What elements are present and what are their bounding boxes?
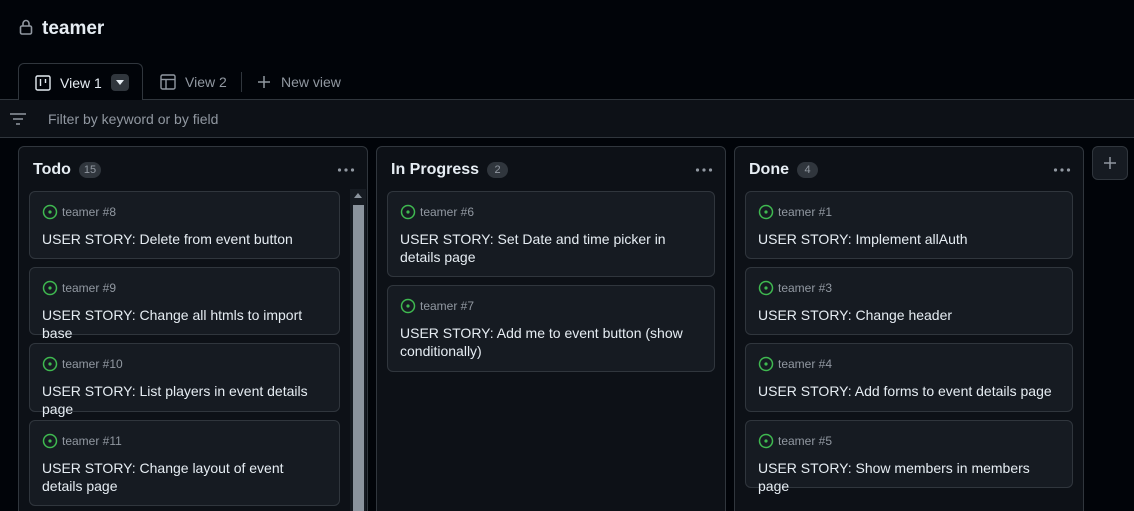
column-header: Done 4 bbox=[749, 161, 818, 179]
card-meta: teamer #4 bbox=[758, 356, 832, 372]
kebab-horizontal-icon[interactable] bbox=[1053, 167, 1071, 173]
issue-open-icon bbox=[42, 280, 58, 296]
column-count-badge: 4 bbox=[797, 162, 818, 178]
filter-bar: Filter by keyword or by field bbox=[0, 100, 1134, 138]
card-meta: teamer #10 bbox=[42, 356, 123, 372]
project-header: teamer bbox=[0, 0, 1134, 60]
issue-ref: teamer #6 bbox=[420, 205, 475, 219]
issue-open-icon bbox=[758, 356, 774, 372]
add-column-button[interactable] bbox=[1092, 146, 1128, 180]
issue-title[interactable]: USER STORY: List players in event detail… bbox=[42, 382, 327, 418]
column-in-progress: In Progress 2 teamer #6 USER STORY: Set … bbox=[376, 146, 726, 511]
tab-view-1[interactable]: View 1 bbox=[18, 63, 143, 101]
issue-title[interactable]: USER STORY: Show members in members page bbox=[758, 459, 1060, 495]
issue-ref: teamer #3 bbox=[778, 281, 833, 295]
card-meta: teamer #5 bbox=[758, 433, 832, 449]
plus-icon bbox=[1104, 157, 1116, 169]
card-meta: teamer #8 bbox=[42, 204, 116, 220]
column-count-badge: 2 bbox=[487, 162, 509, 178]
card-meta: teamer #3 bbox=[758, 280, 832, 296]
column-scrollbar[interactable] bbox=[350, 189, 366, 511]
issue-title[interactable]: USER STORY: Change layout of event detai… bbox=[42, 459, 327, 495]
kebab-horizontal-icon[interactable] bbox=[337, 167, 355, 173]
issue-title[interactable]: USER STORY: Set Date and time picker in … bbox=[400, 230, 702, 266]
table-icon bbox=[160, 73, 176, 90]
issue-card[interactable]: teamer #4 USER STORY: Add forms to event… bbox=[745, 343, 1073, 412]
issue-card[interactable]: teamer #7 USER STORY: Add me to event bu… bbox=[387, 285, 715, 372]
tab-label: View 1 bbox=[60, 74, 102, 91]
column-header: Todo 15 bbox=[33, 161, 102, 179]
issue-ref: teamer #4 bbox=[778, 357, 833, 371]
scroll-up-arrow[interactable] bbox=[354, 193, 362, 198]
tab-view-2[interactable]: View 2 bbox=[160, 63, 227, 100]
lock-icon bbox=[19, 19, 33, 35]
board: Todo 15 teamer #8 USER STORY: Delete fro… bbox=[0, 138, 1134, 511]
issue-card[interactable]: teamer #8 USER STORY: Delete from event … bbox=[29, 191, 340, 259]
filter-input[interactable]: Filter by keyword or by field bbox=[48, 111, 218, 127]
issue-open-icon bbox=[42, 204, 58, 220]
issue-ref: teamer #1 bbox=[778, 205, 833, 219]
column-count-badge: 15 bbox=[78, 162, 102, 178]
issue-card[interactable]: teamer #5 USER STORY: Show members in me… bbox=[745, 420, 1073, 494]
issue-open-icon bbox=[42, 356, 58, 372]
tab-label: View 2 bbox=[185, 73, 227, 90]
card-meta: teamer #7 bbox=[400, 298, 474, 314]
filter-icon[interactable] bbox=[10, 113, 26, 125]
issue-open-icon bbox=[400, 298, 416, 314]
issue-open-icon bbox=[758, 433, 774, 449]
view-options-button[interactable] bbox=[110, 74, 129, 91]
board-icon bbox=[35, 74, 51, 91]
column-title: Done bbox=[749, 161, 789, 178]
card-meta: teamer #9 bbox=[42, 280, 116, 296]
issue-ref: teamer #5 bbox=[778, 434, 833, 448]
issue-open-icon bbox=[758, 204, 774, 220]
issue-open-icon bbox=[42, 433, 58, 449]
project-title: teamer bbox=[42, 18, 105, 39]
issue-title[interactable]: USER STORY: Change header bbox=[758, 306, 1060, 324]
issue-open-icon bbox=[400, 204, 416, 220]
issue-card[interactable]: teamer #6 USER STORY: Set Date and time … bbox=[387, 191, 715, 277]
column-title: In Progress bbox=[391, 161, 480, 178]
issue-title[interactable]: USER STORY: Implement allAuth bbox=[758, 230, 1060, 248]
column-done: Done 4 teamer #1 USER STORY: Implement a… bbox=[734, 146, 1084, 511]
issue-ref: teamer #9 bbox=[62, 281, 117, 295]
kebab-horizontal-icon[interactable] bbox=[695, 167, 713, 173]
issue-ref: teamer #7 bbox=[420, 299, 475, 313]
issue-title[interactable]: USER STORY: Delete from event button bbox=[42, 230, 327, 248]
triangle-down-icon bbox=[115, 80, 124, 85]
card-meta: teamer #11 bbox=[42, 433, 122, 449]
scrollbar-thumb[interactable] bbox=[353, 205, 364, 511]
view-tabs: View 1 View 2 New view bbox=[0, 60, 1134, 101]
new-view-button[interactable]: New view bbox=[256, 63, 341, 100]
issue-open-icon bbox=[758, 280, 774, 296]
column-header: In Progress 2 bbox=[391, 161, 509, 179]
issue-card[interactable]: teamer #9 USER STORY: Change all htmls t… bbox=[29, 267, 340, 341]
card-meta: teamer #1 bbox=[758, 204, 832, 220]
plus-icon bbox=[258, 75, 270, 88]
issue-card[interactable]: teamer #11 USER STORY: Change layout of … bbox=[29, 420, 340, 506]
issue-ref: teamer #10 bbox=[62, 357, 123, 371]
issue-card[interactable]: teamer #10 USER STORY: List players in e… bbox=[29, 343, 340, 417]
issue-title[interactable]: USER STORY: Add me to event button (show… bbox=[400, 324, 702, 360]
card-meta: teamer #6 bbox=[400, 204, 474, 220]
column-title: Todo bbox=[33, 161, 71, 178]
issue-card[interactable]: teamer #1 USER STORY: Implement allAuth bbox=[745, 191, 1073, 259]
issue-card[interactable]: teamer #3 USER STORY: Change header bbox=[745, 267, 1073, 335]
issue-ref: teamer #8 bbox=[62, 205, 117, 219]
issue-title[interactable]: USER STORY: Change all htmls to import b… bbox=[42, 306, 327, 342]
tab-divider bbox=[241, 72, 242, 92]
issue-ref: teamer #11 bbox=[62, 434, 122, 448]
column-todo: Todo 15 teamer #8 USER STORY: Delete fro… bbox=[18, 146, 368, 511]
issue-title[interactable]: USER STORY: Add forms to event details p… bbox=[758, 382, 1060, 400]
tab-label: New view bbox=[281, 73, 341, 90]
